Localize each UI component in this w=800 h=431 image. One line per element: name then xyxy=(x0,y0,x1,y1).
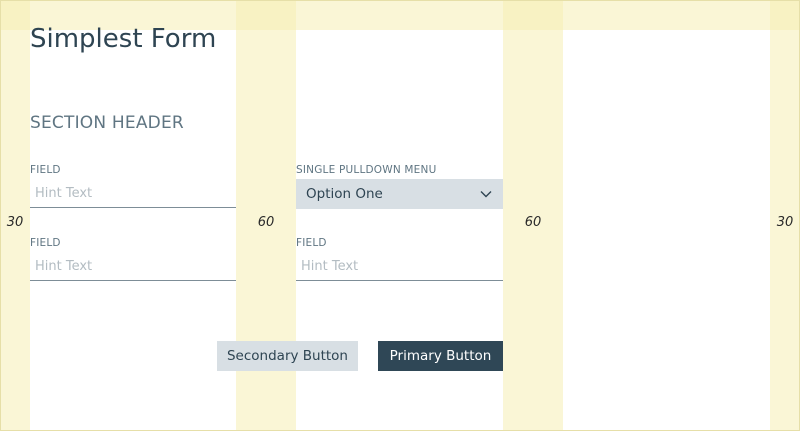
primary-button[interactable]: Primary Button xyxy=(378,341,503,371)
pulldown-selected-value: Option One xyxy=(306,186,383,202)
right-margin-label: 30 xyxy=(776,215,794,230)
left-margin-label: 30 xyxy=(6,215,24,230)
field-label: FIELD xyxy=(296,237,327,249)
page-title: Simplest Form xyxy=(30,24,217,54)
secondary-button[interactable]: Secondary Button xyxy=(217,341,358,371)
text-field-3[interactable] xyxy=(296,253,503,281)
section-header: SECTION HEADER xyxy=(30,113,184,133)
gutter-label-2: 60 xyxy=(524,215,542,230)
text-field-2[interactable] xyxy=(30,253,236,281)
chevron-down-icon xyxy=(479,187,493,201)
gutter-label-1: 60 xyxy=(257,215,275,230)
single-pulldown-menu[interactable]: Option One xyxy=(296,179,503,209)
field-label: FIELD xyxy=(30,164,61,176)
pulldown-label: SINGLE PULLDOWN MENU xyxy=(296,164,437,176)
text-field-1[interactable] xyxy=(30,180,236,208)
field-label: FIELD xyxy=(30,237,61,249)
